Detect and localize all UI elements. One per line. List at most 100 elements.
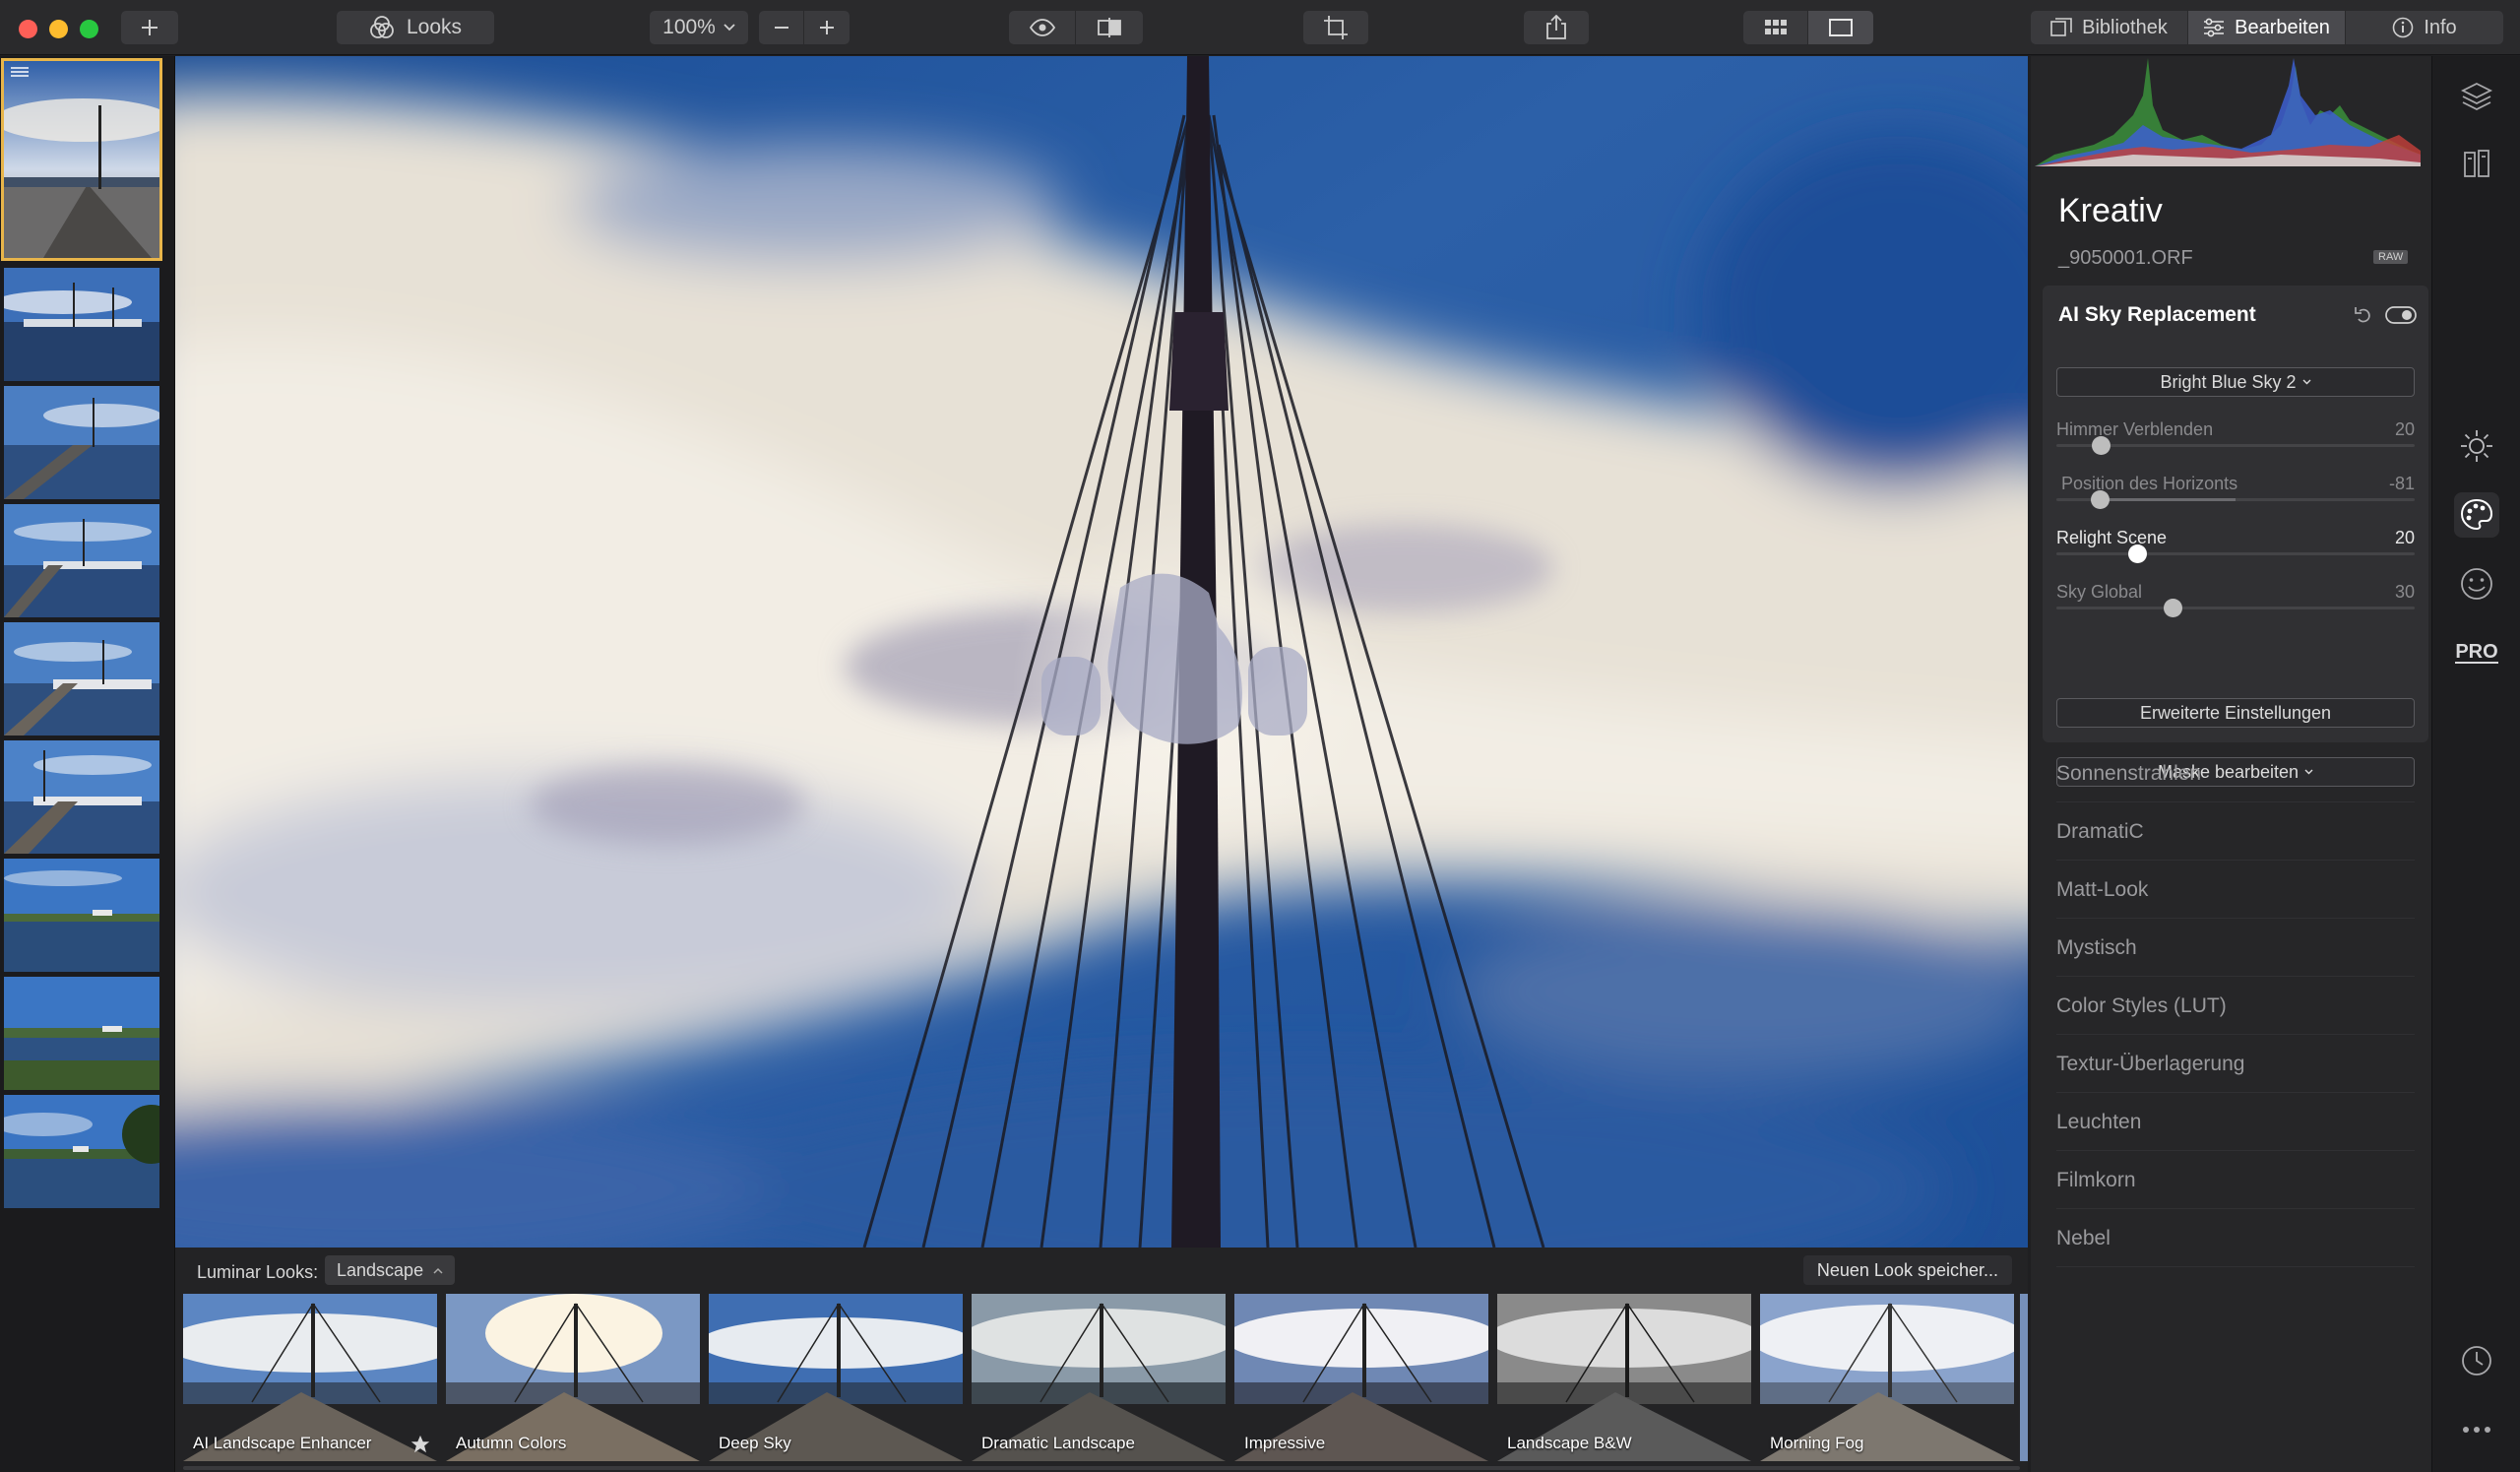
- layers-icon: [2460, 82, 2493, 111]
- look-label: Morning Fog: [1770, 1434, 1864, 1452]
- histogram: [2035, 58, 2421, 166]
- zoom-window-button[interactable]: [80, 20, 98, 38]
- filter-item-dramatic[interactable]: DramatiC: [2056, 803, 2415, 861]
- add-button[interactable]: [121, 11, 178, 44]
- slider-knob[interactable]: [2164, 599, 2183, 617]
- toggle-icon[interactable]: [2385, 305, 2417, 325]
- chevron-up-icon: [433, 1267, 443, 1274]
- tool-rail: PRO: [2431, 56, 2520, 1472]
- portrait-face-icon: [2461, 568, 2492, 600]
- look-thumb-partial[interactable]: [2020, 1294, 2028, 1461]
- slider-track[interactable]: [2056, 552, 2415, 555]
- layers-button[interactable]: [2454, 74, 2499, 119]
- filmstrip-thumb[interactable]: [4, 268, 159, 381]
- filmstrip: [0, 56, 175, 1472]
- filter-item-label: DramatiC: [2056, 819, 2144, 843]
- slider-value: -81: [2388, 474, 2415, 493]
- filter-item-label: Matt-Look: [2056, 877, 2149, 901]
- reset-icon[interactable]: [2354, 305, 2373, 325]
- filter-item-label: Filmkorn: [2056, 1168, 2136, 1191]
- photo-canvas[interactable]: [175, 56, 2028, 1248]
- filter-item-nebel[interactable]: Nebel: [2056, 1210, 2415, 1267]
- filmstrip-thumb[interactable]: [4, 977, 159, 1090]
- more-button[interactable]: [2454, 1407, 2499, 1452]
- tab-info[interactable]: Info: [2346, 11, 2503, 44]
- look-thumb[interactable]: Dramatic Landscape: [972, 1294, 1226, 1461]
- minimize-window-button[interactable]: [49, 20, 68, 38]
- eye-icon: [1029, 19, 1055, 36]
- filter-item-label: Color Styles (LUT): [2056, 993, 2227, 1017]
- looks-category-value: Landscape: [337, 1259, 424, 1280]
- crop-button[interactable]: [1303, 11, 1368, 44]
- filmstrip-thumb[interactable]: [1, 58, 162, 261]
- filter-item-sonnenstrahlen[interactable]: Sonnenstrahlen: [2056, 745, 2415, 802]
- favorite-star-icon[interactable]: [410, 1434, 431, 1455]
- look-thumb[interactable]: Landscape B&W: [1497, 1294, 1751, 1461]
- filter-item-label: Textur-Überlagerung: [2056, 1052, 2245, 1075]
- close-window-button[interactable]: [19, 20, 37, 38]
- file-name: _9050001.ORF: [2058, 247, 2193, 269]
- look-thumb[interactable]: Autumn Colors: [446, 1294, 700, 1461]
- presets-button[interactable]: [2454, 141, 2499, 186]
- filmstrip-thumb[interactable]: [4, 740, 159, 854]
- luminar-window: Looks 100% Bibliothek Bearbeiten Info Lu…: [0, 0, 2520, 1472]
- slider-knob[interactable]: [2092, 436, 2111, 455]
- share-button[interactable]: [1524, 11, 1589, 44]
- info-icon: [2393, 17, 2414, 38]
- filmstrip-thumb[interactable]: [4, 1095, 159, 1208]
- slider-knob[interactable]: [2127, 544, 2147, 563]
- looks-scrollbar[interactable]: [183, 1466, 2020, 1470]
- essentials-button[interactable]: [2454, 423, 2499, 469]
- filmstrip-thumb[interactable]: [4, 386, 159, 499]
- look-thumb[interactable]: Impressive: [1234, 1294, 1488, 1461]
- filter-item-leuchten[interactable]: Leuchten: [2056, 1094, 2415, 1151]
- slider-value: 20: [2394, 419, 2415, 439]
- history-clock-icon: [2462, 1346, 2491, 1376]
- section-title: Kreativ: [2058, 192, 2163, 229]
- creative-button[interactable]: [2454, 492, 2499, 538]
- zoom-in-button[interactable]: [804, 11, 850, 44]
- creative-palette-icon: [2460, 498, 2493, 531]
- chevron-down-icon: [2302, 379, 2311, 385]
- compare-button[interactable]: [1076, 11, 1143, 44]
- save-look-button[interactable]: Neuen Look speicher...: [1802, 1255, 2012, 1285]
- slider-track[interactable]: [2056, 607, 2415, 609]
- sky-select[interactable]: Bright Blue Sky 2: [2056, 367, 2415, 397]
- filter-item-color-styles[interactable]: Color Styles (LUT): [2056, 978, 2415, 1035]
- portrait-button[interactable]: [2454, 561, 2499, 607]
- history-button[interactable]: [2454, 1338, 2499, 1383]
- filmstrip-thumb[interactable]: [4, 622, 159, 736]
- preview-button[interactable]: [1009, 11, 1076, 44]
- more-icon: [2463, 1427, 2490, 1433]
- filter-item-matt-look[interactable]: Matt-Look: [2056, 862, 2415, 919]
- looks-button[interactable]: Looks: [337, 11, 494, 44]
- filter-item-textur[interactable]: Textur-Überlagerung: [2056, 1036, 2415, 1093]
- tab-bearbeiten-label: Bearbeiten: [2235, 16, 2330, 38]
- filmstrip-thumb[interactable]: [4, 504, 159, 617]
- looks-category-select[interactable]: Landscape: [325, 1255, 456, 1285]
- filter-card: AI Sky Replacement Bright Blue Sky 2 Him…: [2043, 286, 2428, 787]
- filter-item-label: Mystisch: [2056, 935, 2137, 959]
- filmstrip-thumb[interactable]: [4, 859, 159, 972]
- advanced-settings-button[interactable]: Erweiterte Einstellungen: [2056, 698, 2415, 728]
- zoom-select[interactable]: 100%: [650, 11, 748, 44]
- look-thumb[interactable]: Deep Sky: [709, 1294, 963, 1461]
- filter-item-filmkorn[interactable]: Filmkorn: [2056, 1152, 2415, 1209]
- presets-icon: [2464, 150, 2489, 177]
- slider-label: Relight Scene: [2056, 528, 2168, 547]
- grid-view-button[interactable]: [1743, 11, 1808, 44]
- filter-item-mystisch[interactable]: Mystisch: [2056, 920, 2415, 977]
- raw-badge: RAW: [2373, 250, 2409, 264]
- single-view-button[interactable]: [1808, 11, 1873, 44]
- zoom-out-button[interactable]: [759, 11, 804, 44]
- slider-value: 30: [2394, 582, 2415, 602]
- slider-knob[interactable]: [2090, 490, 2110, 509]
- pro-button[interactable]: PRO: [2454, 630, 2499, 675]
- tab-bearbeiten[interactable]: Bearbeiten: [2188, 11, 2346, 44]
- tab-bibliothek-label: Bibliothek: [2082, 16, 2168, 38]
- look-label: Dramatic Landscape: [981, 1434, 1135, 1452]
- filter-title[interactable]: AI Sky Replacement: [2058, 303, 2256, 327]
- look-thumb[interactable]: Morning Fog: [1760, 1294, 2014, 1461]
- tab-bibliothek[interactable]: Bibliothek: [2031, 11, 2188, 44]
- look-thumb[interactable]: AI Landscape Enhancer: [183, 1294, 437, 1461]
